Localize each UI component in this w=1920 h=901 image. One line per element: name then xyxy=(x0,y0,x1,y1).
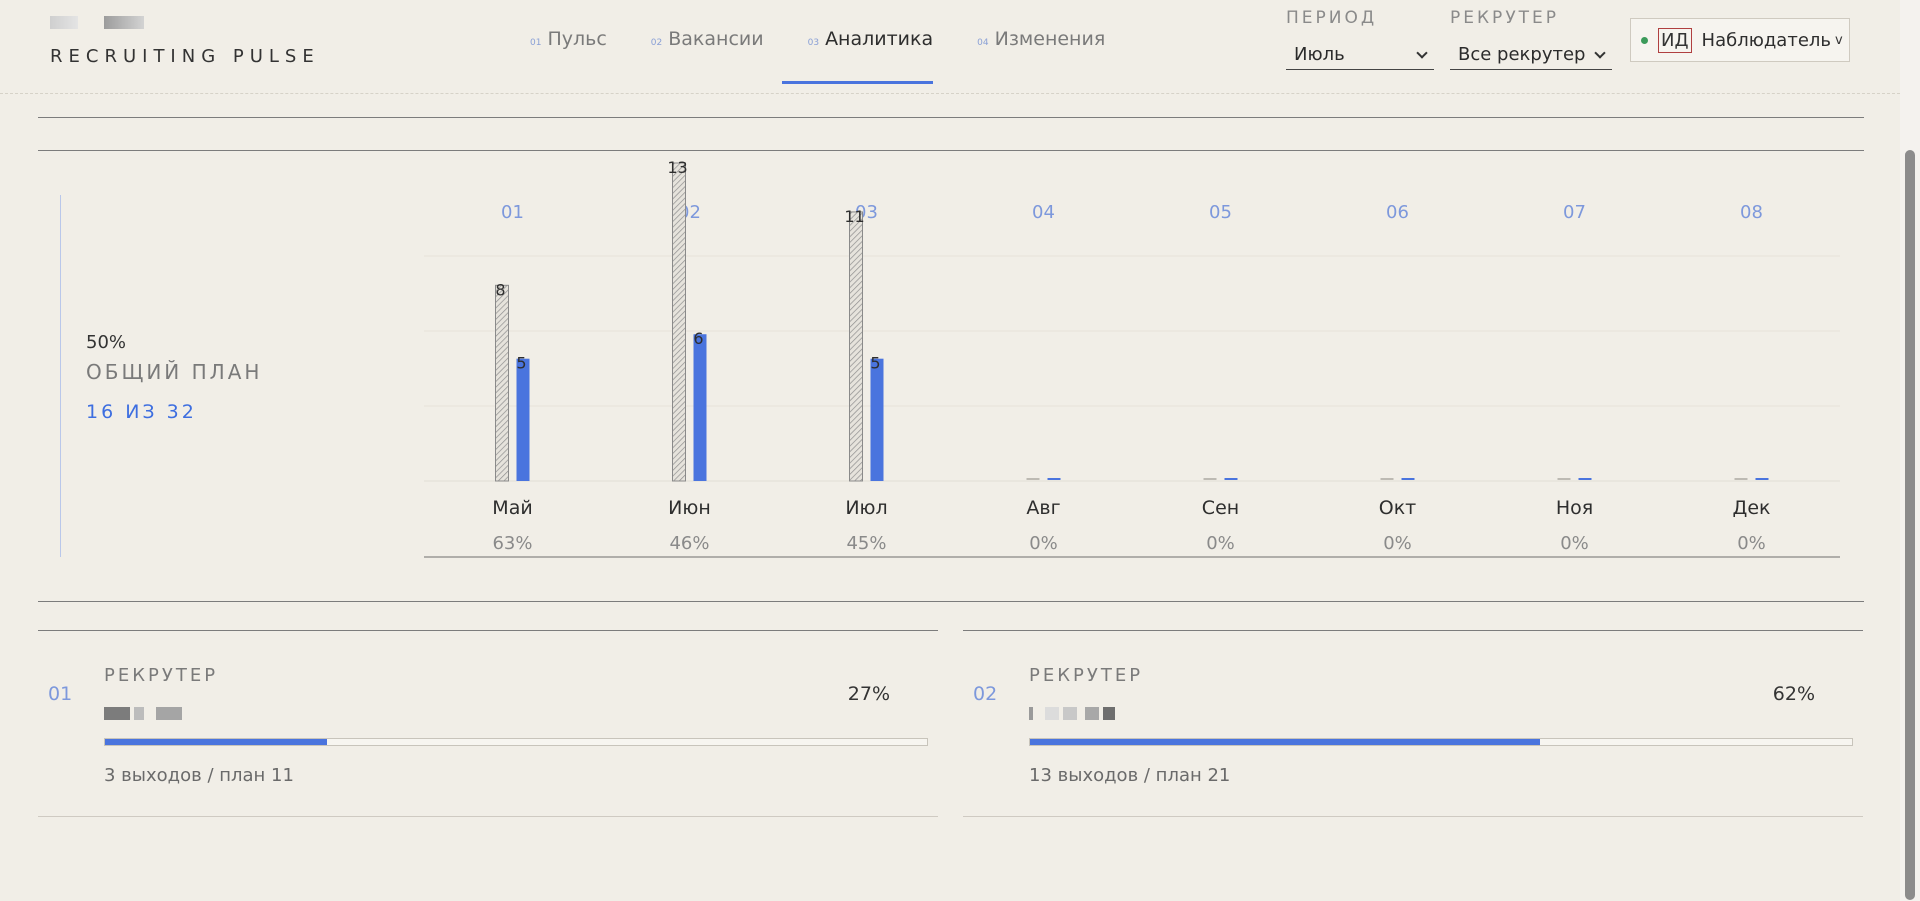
divider xyxy=(38,601,1864,602)
month-index: 06 xyxy=(1386,202,1409,223)
plan-bar-label: 11 xyxy=(844,207,864,226)
month-label: Сен xyxy=(1202,497,1239,519)
recruiter-progress-bar xyxy=(1029,738,1853,746)
month-index: 05 xyxy=(1209,202,1232,223)
recruiter-label: РЕКРУТЕР xyxy=(1029,665,1144,686)
recruiter-name-redacted xyxy=(1029,707,1115,720)
month-percent: 0% xyxy=(1560,533,1589,554)
recruiter-card: 01 РЕКРУТЕР 27% 3 выходов / план 11 xyxy=(38,630,938,817)
month-label: Дек xyxy=(1732,497,1770,519)
recruiter-progress-bar xyxy=(104,738,928,746)
month-label: Ноя xyxy=(1556,497,1593,519)
plan-bar xyxy=(849,211,863,482)
month-label: Май xyxy=(492,497,532,519)
scrollbar-thumb[interactable] xyxy=(1905,150,1915,900)
actual-bar-label: 5 xyxy=(870,354,880,373)
actual-bar xyxy=(1755,478,1769,480)
plan-bar xyxy=(1734,478,1748,480)
plan-bar xyxy=(1380,478,1394,480)
plan-bar xyxy=(1203,478,1217,480)
plan-bar xyxy=(1026,478,1040,480)
month-percent: 0% xyxy=(1737,533,1766,554)
month-index: 08 xyxy=(1740,202,1763,223)
month-index: 04 xyxy=(1032,202,1055,223)
recruiter-note: 13 выходов / план 21 xyxy=(1029,765,1231,786)
plan-bar xyxy=(672,162,686,482)
plan-bar xyxy=(495,284,509,482)
month-percent: 0% xyxy=(1383,533,1412,554)
month-percent: 46% xyxy=(669,533,709,554)
actual-bar-label: 5 xyxy=(516,354,526,373)
month-index: 01 xyxy=(501,202,524,223)
month-label: Окт xyxy=(1379,497,1417,519)
month-index: 07 xyxy=(1563,202,1586,223)
recruiter-name-redacted xyxy=(104,707,182,720)
month-percent: 63% xyxy=(492,533,532,554)
progress-fill xyxy=(1030,739,1540,745)
month-percent: 45% xyxy=(846,533,886,554)
recruiter-label: РЕКРУТЕР xyxy=(104,665,219,686)
plan-bar xyxy=(1557,478,1571,480)
recruiter-card: 02 РЕКРУТЕР 62% 13 выходов / план 21 xyxy=(963,630,1863,817)
actual-bar xyxy=(1401,478,1415,480)
recruiter-index: 02 xyxy=(973,683,998,705)
month-label: Авг xyxy=(1026,497,1060,519)
month-percent: 0% xyxy=(1029,533,1058,554)
actual-bar-label: 6 xyxy=(693,329,703,348)
month-label: Июн xyxy=(668,497,711,519)
monthly-bar-chart: 0185Май63%02136Июн46%03115Июл45%04Авг0%0… xyxy=(424,158,1840,558)
recruiter-note: 3 выходов / план 11 xyxy=(104,765,294,786)
actual-bar xyxy=(516,358,530,481)
actual-bar xyxy=(870,358,884,481)
plan-bar-label: 13 xyxy=(667,158,687,177)
actual-bar xyxy=(693,334,707,481)
plan-bar-label: 8 xyxy=(495,280,505,299)
progress-fill xyxy=(105,739,327,745)
actual-bar xyxy=(1578,478,1592,480)
actual-bar xyxy=(1047,478,1061,480)
recruiter-percent: 62% xyxy=(1772,683,1815,705)
recruiter-index: 01 xyxy=(48,683,73,705)
recruiter-percent: 27% xyxy=(847,683,890,705)
actual-bar xyxy=(1224,478,1238,480)
month-label: Июл xyxy=(845,497,887,519)
month-percent: 0% xyxy=(1206,533,1235,554)
